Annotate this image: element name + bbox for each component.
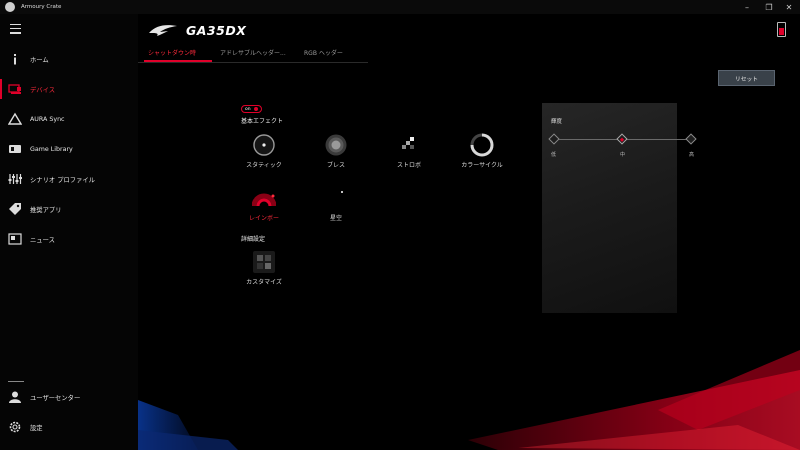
game-library-icon <box>9 145 21 153</box>
close-button[interactable]: ✕ <box>778 0 800 14</box>
effect-label: スタティック <box>246 162 282 169</box>
effect-label: ストロボ <box>396 162 421 169</box>
reset-button[interactable]: リセット <box>718 70 775 86</box>
sidebar-item-home[interactable]: ホーム <box>0 48 138 70</box>
static-icon <box>253 134 275 156</box>
sidebar: ホーム デバイス AURA Sync Game Library シナリオ プロフ… <box>0 14 138 450</box>
brightness-high-label: 高 <box>689 152 695 158</box>
effect-label: 星空 <box>329 215 342 222</box>
brightness-mid-label: 中 <box>620 152 626 158</box>
toggle-knob <box>253 107 258 111</box>
effect-label: カスタマイズ <box>246 279 282 286</box>
customize-icon <box>253 251 275 273</box>
sidebar-item-news[interactable]: ニュース <box>0 228 138 250</box>
device-header: GA35DX <box>148 21 246 39</box>
user-icon <box>9 391 21 403</box>
device-name: GA35DX <box>186 22 247 38</box>
sidebar-item-game-library[interactable]: Game Library <box>0 138 138 160</box>
title-bar: Armoury Crate – ❐ ✕ <box>0 0 800 14</box>
sidebar-item-label: AURA Sync <box>30 115 65 123</box>
hamburger-menu-icon[interactable] <box>10 24 21 34</box>
sidebar-divider <box>8 381 24 382</box>
effect-static[interactable]: スタティック <box>234 133 294 177</box>
sidebar-item-label: 設定 <box>30 424 43 432</box>
tab-active-indicator <box>144 60 212 62</box>
effect-breathing[interactable]: ブレス <box>306 133 366 177</box>
advanced-settings-title: 詳細設定 <box>241 236 266 243</box>
info-icon <box>14 54 16 65</box>
sidebar-item-settings[interactable]: 設定 <box>0 416 138 438</box>
brightness-low-label: 低 <box>551 152 557 158</box>
minimize-button[interactable]: – <box>736 0 758 14</box>
rog-logo-icon <box>149 25 177 36</box>
sidebar-item-label: ニュース <box>30 236 55 244</box>
device-icon <box>8 84 21 94</box>
sliders-icon <box>8 174 22 184</box>
color-cycle-icon <box>470 133 494 157</box>
sidebar-item-label: 推奨アプリ <box>30 206 62 214</box>
strobe-icon <box>402 137 414 149</box>
tab-rgb-header[interactable]: RGB ヘッダー <box>304 48 343 57</box>
effect-strobe[interactable]: ストロボ <box>379 133 439 177</box>
effect-label: レインボー <box>248 215 279 222</box>
gear-icon <box>9 421 21 433</box>
effect-color-cycle[interactable]: カラーサイクル <box>452 133 512 177</box>
maximize-button[interactable]: ❐ <box>758 0 780 14</box>
sidebar-item-device[interactable]: デバイス <box>0 78 138 100</box>
sidebar-item-aura-sync[interactable]: AURA Sync <box>0 108 138 130</box>
sidebar-item-label: シナリオ プロファイル <box>30 176 95 184</box>
tab-shutdown[interactable]: シャットダウン時 <box>148 48 196 57</box>
tag-icon <box>9 203 21 215</box>
brightness-title: 輝度 <box>551 119 563 125</box>
sidebar-item-label: ホーム <box>30 56 49 64</box>
effect-customize[interactable]: カスタマイズ <box>234 250 294 294</box>
app-logo-icon <box>5 2 15 12</box>
brightness-mid-stop[interactable] <box>616 133 628 145</box>
effect-label: ブレス <box>326 162 345 169</box>
brightness-low-stop[interactable] <box>548 133 560 145</box>
breathing-icon <box>325 134 347 156</box>
rainbow-icon <box>252 193 276 207</box>
background-decoration <box>138 350 800 450</box>
sidebar-item-user-center[interactable]: ユーザーセンター <box>0 386 138 408</box>
main-content: GA35DX シャットダウン時 アドレサブルヘッダー... RGB ヘッダー リ… <box>138 14 800 450</box>
effect-rainbow[interactable]: レインボー <box>234 186 294 230</box>
sidebar-item-label: ユーザーセンター <box>30 394 81 402</box>
sidebar-item-label: Game Library <box>30 145 73 153</box>
effect-starry-night[interactable]: 星空 <box>306 186 366 230</box>
brightness-high-stop[interactable] <box>685 133 697 145</box>
sidebar-item-recommended-apps[interactable]: 推奨アプリ <box>0 198 138 220</box>
sidebar-item-label: デバイス <box>30 86 55 94</box>
starry-night-icon <box>329 188 343 208</box>
battery-icon <box>777 22 786 37</box>
toggle-label: on <box>245 106 251 112</box>
effect-label: カラーサイクル <box>461 162 503 169</box>
sidebar-item-scenario-profile[interactable]: シナリオ プロファイル <box>0 168 138 190</box>
brightness-panel: 輝度 低 中 高 <box>542 103 697 313</box>
aura-icon <box>8 112 22 125</box>
app-title: Armoury Crate <box>21 4 62 10</box>
tab-bar: シャットダウン時 アドレサブルヘッダー... RGB ヘッダー <box>138 45 368 63</box>
lighting-toggle[interactable]: on <box>241 105 262 113</box>
tab-addressable-header[interactable]: アドレサブルヘッダー... <box>220 48 286 57</box>
basic-effects-title: 基本エフェクト <box>241 118 284 125</box>
news-icon <box>8 233 22 245</box>
